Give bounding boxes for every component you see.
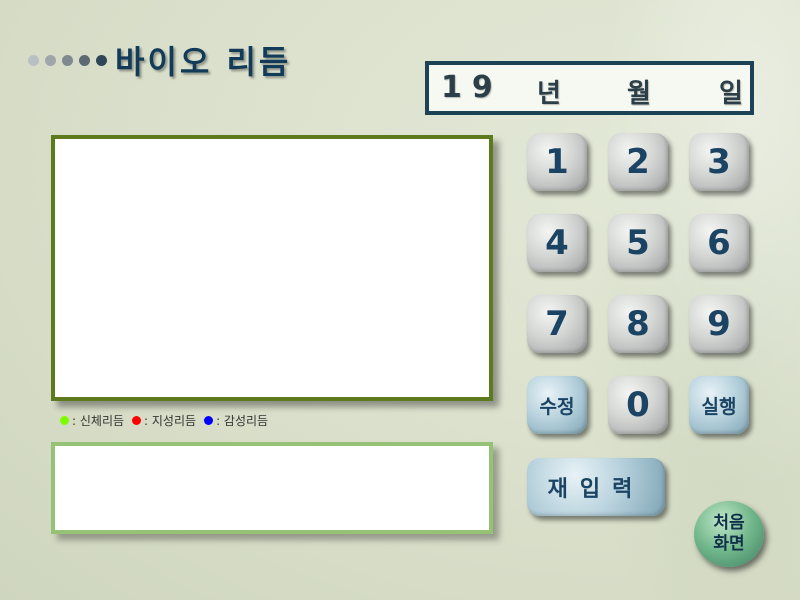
run-button-label: 실행 <box>701 395 737 418</box>
legend-label-physical: : 신체리듬 <box>72 414 125 428</box>
legend-dot-emotional <box>204 416 214 425</box>
header: 바이오 리듬 <box>28 40 292 81</box>
home-button[interactable]: 처음 화면 <box>694 501 764 567</box>
home-button-label-line1: 처음 <box>713 513 745 533</box>
legend-item-intellectual: : 지성리듬 <box>132 412 196 429</box>
year-prefix: 19 <box>441 70 503 105</box>
page-title: 바이오 리듬 <box>115 43 292 81</box>
legend-dot-physical <box>60 416 69 425</box>
edit-button-label: 수정 <box>539 395 575 418</box>
title-dot <box>45 54 56 66</box>
title-dot <box>79 54 90 66</box>
title-dot <box>28 54 39 66</box>
key-6[interactable]: 6 <box>689 214 749 272</box>
reenter-button[interactable]: 재입력 <box>527 458 665 516</box>
title-dots <box>28 54 107 66</box>
biorhythm-chart-area <box>51 135 493 401</box>
key-0[interactable]: 0 <box>608 376 668 434</box>
key-5[interactable]: 5 <box>608 214 668 272</box>
key-7[interactable]: 7 <box>527 295 587 353</box>
month-unit-label: 월 <box>627 79 651 109</box>
legend-item-emotional: : 감성리듬 <box>204 412 268 429</box>
birthdate-display[interactable]: 19 년 월 일 <box>425 61 754 115</box>
day-unit-label: 일 <box>719 79 743 109</box>
title-dot <box>62 54 73 66</box>
year-unit-label: 년 <box>537 79 561 109</box>
key-2[interactable]: 2 <box>608 133 668 191</box>
edit-button[interactable]: 수정 <box>527 376 587 434</box>
key-3[interactable]: 3 <box>689 133 749 191</box>
run-button[interactable]: 실행 <box>689 376 749 434</box>
key-9[interactable]: 9 <box>689 295 749 353</box>
legend-item-physical: : 신체리듬 <box>60 412 124 429</box>
key-8[interactable]: 8 <box>608 295 668 353</box>
key-4[interactable]: 4 <box>527 214 587 272</box>
legend-dot-intellectual <box>132 416 142 425</box>
legend-label-emotional: : 감성리듬 <box>216 414 269 428</box>
legend-label-intellectual: : 지성리듬 <box>144 414 197 428</box>
title-dot <box>96 54 107 66</box>
home-button-label-line2: 화면 <box>713 534 745 554</box>
result-message-area <box>51 442 493 534</box>
key-1[interactable]: 1 <box>527 133 587 191</box>
chart-legend: : 신체리듬 : 지성리듬 : 감성리듬 <box>60 412 276 429</box>
